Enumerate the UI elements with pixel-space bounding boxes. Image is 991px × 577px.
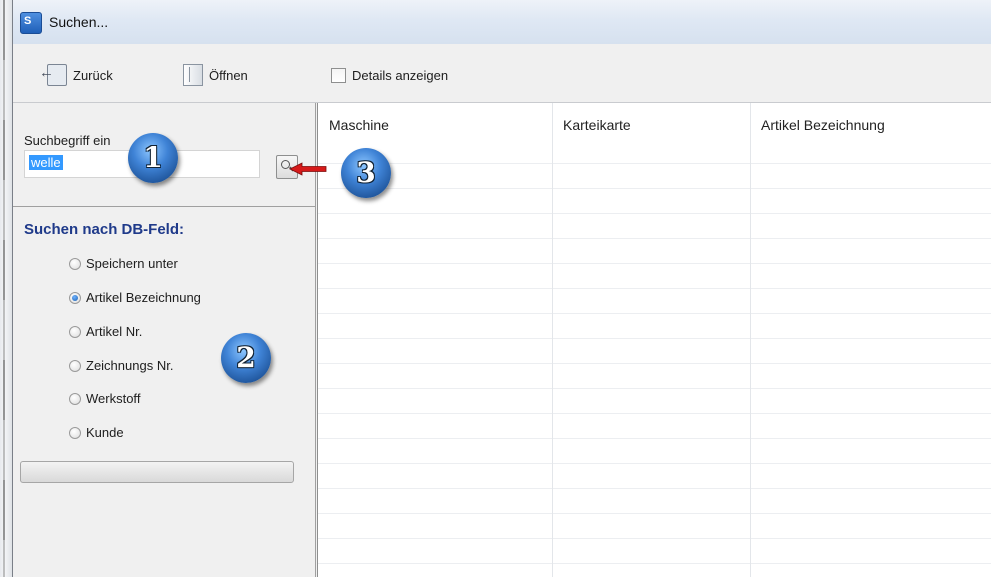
radio-artikel-bezeichnung[interactable]: Artikel Bezeichnung [69,290,201,305]
radio-label: Speichern unter [86,256,178,271]
radio-label: Artikel Nr. [86,324,143,339]
back-label: Zurück [73,67,113,83]
open-button[interactable]: Öffnen [183,64,248,86]
table-rows [318,139,991,577]
search-input-value: welle [29,155,63,170]
radio-icon [69,257,81,270]
table-header: Maschine Karteikarte Artikel Bezeichnung [318,103,991,140]
search-app-icon: S [20,12,42,34]
radio-zeichnungs-nr[interactable]: Zeichnungs Nr. [69,358,173,373]
back-button[interactable]: Zurück [39,64,113,86]
title-bar: S Suchen... [13,0,991,44]
back-icon [39,64,67,86]
radio-werkstoff[interactable]: Werkstoff [69,391,140,406]
db-field-heading: Suchen nach DB-Feld: [24,221,185,238]
callout-arrow-icon [289,162,327,176]
callout-badge-3: 3 [341,148,391,198]
radio-selected-icon [69,291,81,304]
column-header-maschine[interactable]: Maschine [329,117,389,133]
radio-kunde[interactable]: Kunde [69,425,124,440]
details-checkbox[interactable]: Details anzeigen [331,64,448,86]
radio-label: Zeichnungs Nr. [86,358,174,373]
desktop-edge [0,0,12,577]
results-table[interactable]: Maschine Karteikarte Artikel Bezeichnung [317,103,991,577]
column-header-karteikarte[interactable]: Karteikarte [563,117,631,133]
column-divider [552,103,553,577]
search-label: Suchbegriff ein [24,133,111,148]
checkbox-icon [331,67,346,83]
radio-artikel-nr[interactable]: Artikel Nr. [69,324,142,339]
radio-label: Artikel Bezeichnung [86,290,201,305]
open-label: Öffnen [209,67,248,83]
search-window: S Suchen... Zurück Öffnen Details anzeig… [12,0,991,577]
window-title: Suchen... [49,14,109,30]
blurred-background-window [393,6,753,42]
callout-badge-1: 1 [128,133,178,183]
callout-badge-2: 2 [221,333,271,383]
radio-icon [69,325,81,338]
radio-label: Werkstoff [86,391,141,406]
column-divider [750,103,751,577]
radio-icon [69,359,81,372]
search-progress-bar [20,461,294,483]
open-icon [183,64,203,86]
column-header-artikel-bezeichnung[interactable]: Artikel Bezeichnung [761,117,885,133]
radio-speichern-unter[interactable]: Speichern unter [69,256,178,271]
radio-icon [69,426,81,439]
radio-icon [69,392,81,405]
details-label: Details anzeigen [352,67,449,83]
radio-label: Kunde [86,425,124,440]
toolbar: Zurück Öffnen Details anzeigen [13,44,991,103]
